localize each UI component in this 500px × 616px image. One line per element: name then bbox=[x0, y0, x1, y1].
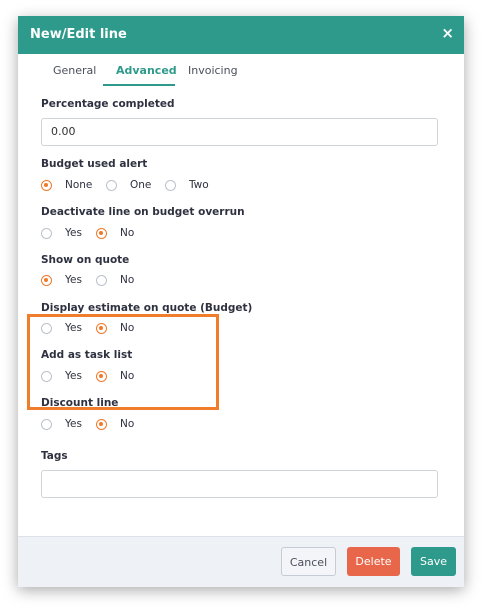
percentage-input[interactable]: 0.00 bbox=[41, 118, 438, 146]
radio-selected-icon bbox=[96, 323, 107, 334]
radio-unselected-icon bbox=[41, 228, 52, 239]
percentage-label: Percentage completed bbox=[41, 98, 175, 110]
display-estimate-label: Display estimate on quote (Budget) bbox=[41, 302, 253, 314]
radio-unselected-icon bbox=[41, 419, 52, 430]
tags-label: Tags bbox=[41, 450, 68, 462]
budget-alert-label: Budget used alert bbox=[41, 158, 148, 170]
radio-selected-icon bbox=[41, 275, 52, 286]
radio-label: No bbox=[120, 227, 135, 239]
tab-bar: General Advanced Invoicing bbox=[18, 54, 464, 86]
task-list-label: Add as task list bbox=[41, 349, 133, 361]
radio-unselected-icon bbox=[41, 371, 52, 382]
radio-unselected-icon bbox=[41, 323, 52, 334]
tab-general[interactable]: General bbox=[53, 64, 96, 77]
dialog-title: New/Edit line bbox=[30, 27, 127, 42]
radio-label: Two bbox=[189, 179, 209, 191]
close-icon[interactable]: × bbox=[441, 24, 454, 42]
cancel-button[interactable]: Cancel bbox=[281, 547, 336, 576]
dialog-header: New/Edit line × bbox=[18, 16, 464, 54]
tags-input[interactable] bbox=[41, 470, 438, 498]
radio-unselected-icon bbox=[96, 275, 107, 286]
radio-label: Yes bbox=[65, 274, 82, 286]
radio-selected-icon bbox=[96, 371, 107, 382]
radio-label: No bbox=[120, 418, 135, 430]
deactivate-label: Deactivate line on budget overrun bbox=[41, 206, 245, 218]
edit-line-dialog: New/Edit line × General Advanced Invoici… bbox=[18, 16, 464, 587]
delete-button[interactable]: Delete bbox=[347, 547, 400, 576]
radio-selected-icon bbox=[96, 419, 107, 430]
discount-label: Discount line bbox=[41, 397, 119, 409]
radio-label: One bbox=[130, 179, 152, 191]
tab-advanced[interactable]: Advanced bbox=[116, 64, 177, 77]
radio-label: Yes bbox=[65, 322, 82, 334]
dialog-footer: Cancel Delete Save bbox=[18, 536, 464, 587]
tab-invoicing[interactable]: Invoicing bbox=[188, 64, 238, 77]
save-button[interactable]: Save bbox=[411, 547, 456, 576]
show-on-quote-label: Show on quote bbox=[41, 254, 130, 266]
radio-unselected-icon bbox=[106, 180, 117, 191]
radio-selected-icon bbox=[41, 180, 52, 191]
radio-label: No bbox=[120, 370, 135, 382]
radio-label: Yes bbox=[65, 370, 82, 382]
radio-label: No bbox=[120, 274, 135, 286]
radio-label: Yes bbox=[65, 418, 82, 430]
radio-label: Yes bbox=[65, 227, 82, 239]
radio-unselected-icon bbox=[165, 180, 176, 191]
radio-selected-icon bbox=[96, 228, 107, 239]
radio-label: None bbox=[65, 179, 93, 191]
tab-active-indicator bbox=[103, 84, 175, 86]
radio-label: No bbox=[120, 322, 135, 334]
